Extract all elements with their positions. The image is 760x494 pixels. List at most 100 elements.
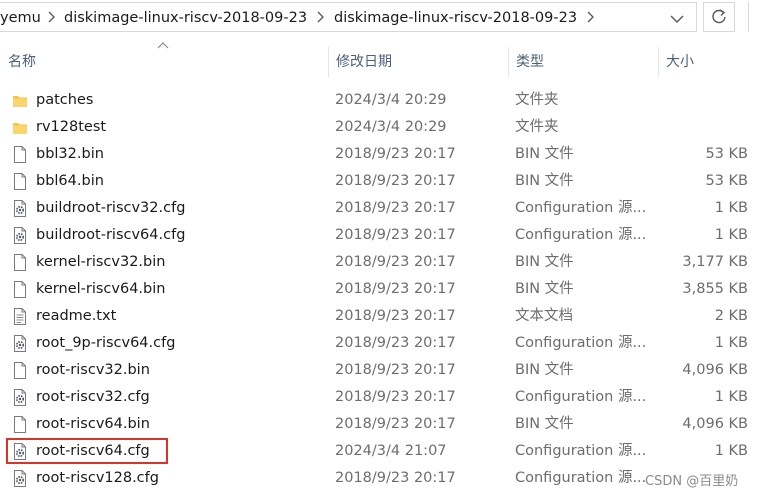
list-item[interactable]: root-riscv32.cfg 2018/9/23 20:17 Configura… — [0, 384, 760, 411]
file-name: root-riscv128.cfg — [36, 470, 159, 486]
file-name: bbl32.bin — [36, 146, 104, 162]
file-date: 2024/3/4 20:29 — [335, 119, 447, 135]
config-file-icon — [12, 388, 28, 407]
text-file-icon — [12, 307, 28, 326]
chevron-right-icon[interactable] — [584, 9, 596, 25]
file-type: BIN 文件 — [515, 416, 574, 432]
file-date: 2018/9/23 20:17 — [335, 173, 456, 189]
file-name: root_9p-riscv64.cfg — [36, 335, 176, 351]
refresh-button[interactable] — [703, 2, 735, 32]
file-type: 文件夹 — [515, 119, 559, 135]
file-name: rv128test — [36, 119, 107, 135]
column-date[interactable]: 修改日期 — [328, 47, 508, 77]
list-item[interactable]: kernel-riscv32.bin 2018/9/23 20:17 BIN 文件 3… — [0, 249, 760, 276]
file-name: root-riscv32.bin — [36, 362, 150, 378]
config-file-icon — [12, 199, 28, 218]
breadcrumb[interactable]: yemu diskimage-linux-riscv-2018-09-23 di… — [0, 2, 697, 32]
file-type: Configuration 源... — [515, 470, 645, 486]
config-file-icon — [12, 226, 28, 245]
file-size: 1 KB — [714, 443, 748, 459]
file-date: 2024/3/4 20:29 — [335, 92, 447, 108]
watermark: CSDN @百里奶 — [645, 474, 739, 489]
folder-icon — [12, 91, 28, 110]
file-icon — [12, 253, 28, 272]
column-name[interactable]: 名称 — [0, 47, 328, 77]
list-item[interactable]: kernel-riscv64.bin 2018/9/23 20:17 BIN 文件 3… — [0, 276, 760, 303]
file-size: 3,177 KB — [682, 254, 748, 270]
file-date: 2018/9/23 20:17 — [335, 254, 456, 270]
file-type: BIN 文件 — [515, 254, 574, 270]
file-type: Configuration 源... — [515, 227, 645, 243]
file-date: 2018/9/23 20:17 — [335, 146, 456, 162]
highlight-box — [6, 438, 168, 464]
file-size: 1 KB — [714, 227, 748, 243]
file-type: BIN 文件 — [515, 146, 574, 162]
file-name: readme.txt — [36, 308, 117, 324]
address-bar: yemu diskimage-linux-riscv-2018-09-23 di… — [0, 0, 760, 34]
file-date: 2018/9/23 20:17 — [335, 362, 456, 378]
file-type: BIN 文件 — [515, 362, 574, 378]
file-name: buildroot-riscv64.cfg — [36, 227, 186, 243]
list-item[interactable]: root-riscv32.bin 2018/9/23 20:17 BIN 文件 4,0… — [0, 357, 760, 384]
file-icon — [12, 280, 28, 299]
file-icon — [12, 361, 28, 380]
list-item[interactable]: bbl64.bin 2018/9/23 20:17 BIN 文件 53 KB — [0, 168, 760, 195]
list-item[interactable]: root-riscv64.bin 2018/9/23 20:17 BIN 文件 4,0… — [0, 411, 760, 438]
list-item[interactable]: rv128test 2024/3/4 20:29 文件夹 — [0, 114, 760, 141]
file-size: 1 KB — [714, 389, 748, 405]
file-name: kernel-riscv32.bin — [36, 254, 166, 270]
file-date: 2018/9/23 20:17 — [335, 416, 456, 432]
file-size: 53 KB — [705, 146, 748, 162]
file-size: 4,096 KB — [682, 416, 748, 432]
breadcrumb-item-diskimage-current[interactable]: diskimage-linux-riscv-2018-09-23 — [334, 10, 577, 26]
file-date: 2024/3/4 21:07 — [335, 443, 447, 459]
file-date: 2018/9/23 20:17 — [335, 281, 456, 297]
file-type: Configuration 源... — [515, 335, 645, 351]
file-type: BIN 文件 — [515, 173, 574, 189]
search-box-edge[interactable] — [748, 2, 760, 32]
file-date: 2018/9/23 20:17 — [335, 335, 456, 351]
breadcrumb-item-diskimage-parent[interactable]: diskimage-linux-riscv-2018-09-23 — [64, 10, 307, 26]
file-type: Configuration 源... — [515, 200, 645, 216]
file-type: Configuration 源... — [515, 443, 645, 459]
file-size: 3,855 KB — [682, 281, 748, 297]
file-name: patches — [36, 92, 94, 108]
file-name: root-riscv32.cfg — [36, 389, 150, 405]
file-size: 2 KB — [714, 308, 748, 324]
file-icon — [12, 172, 28, 191]
file-name: bbl64.bin — [36, 173, 104, 189]
file-size: 4,096 KB — [682, 362, 748, 378]
config-file-icon — [12, 469, 28, 488]
file-size: 1 KB — [714, 335, 748, 351]
file-date: 2018/9/23 20:17 — [335, 308, 456, 324]
chevron-right-icon[interactable] — [45, 9, 57, 25]
file-size: 53 KB — [705, 173, 748, 189]
file-date: 2018/9/23 20:17 — [335, 389, 456, 405]
chevron-down-icon[interactable] — [665, 9, 689, 29]
file-icon — [12, 145, 28, 164]
list-item[interactable]: bbl32.bin 2018/9/23 20:17 BIN 文件 53 KB — [0, 141, 760, 168]
file-date: 2018/9/23 20:17 — [335, 227, 456, 243]
list-item[interactable]: buildroot-riscv64.cfg 2018/9/23 20:17 Conf… — [0, 222, 760, 249]
list-item[interactable]: readme.txt 2018/9/23 20:17 文本文档 2 KB — [0, 303, 760, 330]
file-name: buildroot-riscv32.cfg — [36, 200, 186, 216]
file-type: 文件夹 — [515, 92, 559, 108]
column-header: 名称 修改日期 类型 大小 — [0, 42, 760, 77]
list-item[interactable]: root_9p-riscv64.cfg 2018/9/23 20:17 Config… — [0, 330, 760, 357]
file-name: kernel-riscv64.bin — [36, 281, 166, 297]
breadcrumb-item-yemu[interactable]: yemu — [0, 10, 41, 26]
file-date: 2018/9/23 20:17 — [335, 470, 456, 486]
file-date: 2018/9/23 20:17 — [335, 200, 456, 216]
file-icon — [12, 415, 28, 434]
column-size[interactable]: 大小 — [658, 47, 760, 77]
list-item[interactable]: buildroot-riscv32.cfg 2018/9/23 20:17 Conf… — [0, 195, 760, 222]
list-item[interactable]: patches 2024/3/4 20:29 文件夹 — [0, 87, 760, 114]
refresh-icon — [712, 9, 726, 24]
file-type: BIN 文件 — [515, 281, 574, 297]
chevron-right-icon[interactable] — [314, 9, 326, 25]
column-type[interactable]: 类型 — [508, 47, 658, 77]
file-size: 1 KB — [714, 200, 748, 216]
folder-icon — [12, 118, 28, 137]
file-type: 文本文档 — [515, 308, 573, 324]
file-name: root-riscv64.bin — [36, 416, 150, 432]
